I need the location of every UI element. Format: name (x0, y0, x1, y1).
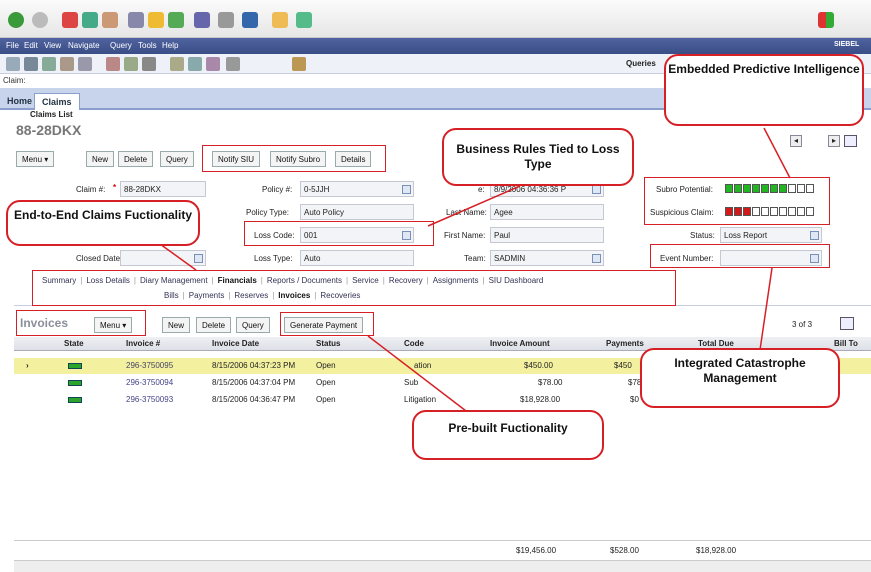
callout-catastrophe: Integrated Catastrophe Management (640, 348, 840, 408)
callout-prebuilt: Pre-built Fuctionality (412, 410, 604, 460)
callout-predictive: Embedded Predictive Intelligence (664, 54, 864, 126)
callout-end-to-end: End-to-End Claims Fuctionality (6, 200, 200, 246)
callout-business-rules: Business Rules Tied to Loss Type (442, 128, 634, 186)
